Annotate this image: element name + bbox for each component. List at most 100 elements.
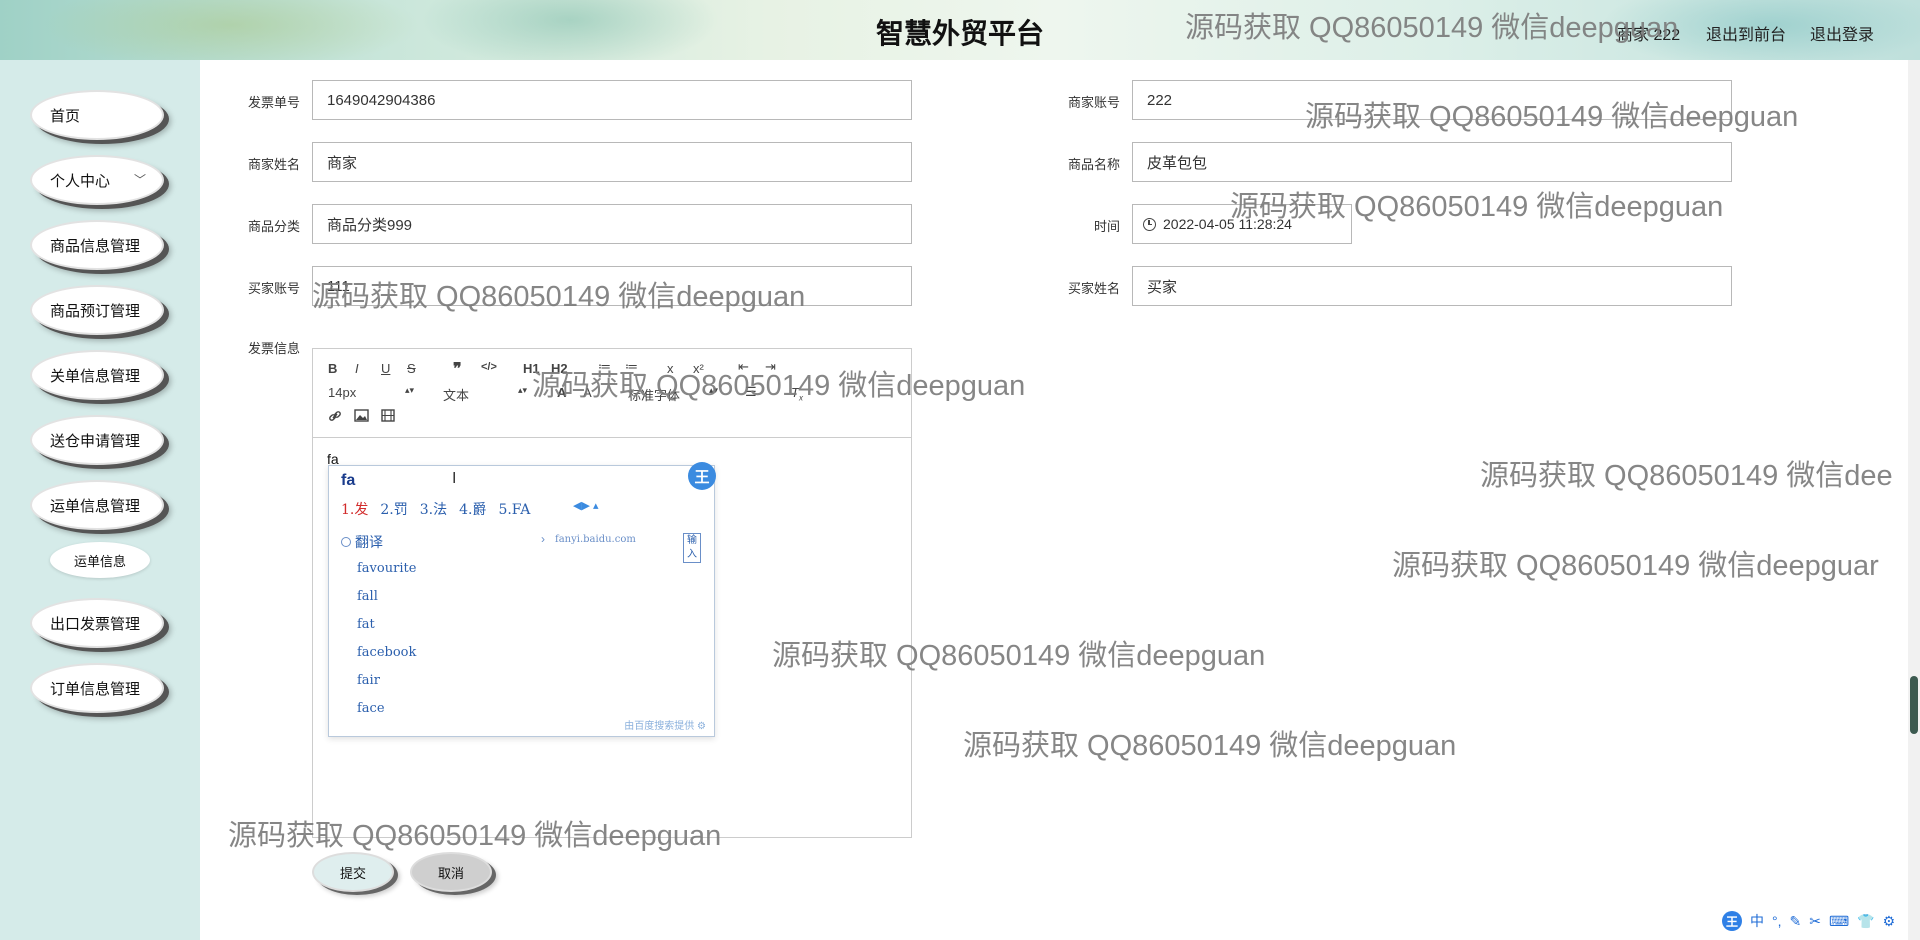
scrollbar-thumb[interactable] [1910,676,1918,734]
outdent-icon[interactable]: ⇤ [738,359,749,375]
ime-suggestion[interactable]: fall [357,589,378,604]
align-icon[interactable]: ☰ [745,384,757,400]
time-label: 时间 [1093,219,1120,234]
underline-button[interactable]: U [381,361,390,376]
ime-suggestion[interactable]: favourite [357,561,416,576]
sidebar-item-label: 商品信息管理 [50,237,141,255]
product-category-label: 商品分类 [247,219,300,234]
sidebar-item-label: 运单信息 [73,553,126,569]
buyer-account-field[interactable] [312,266,912,306]
ime-suggestion[interactable]: face [357,701,385,716]
sidebar-item-waybill-management[interactable]: 运单信息管理 [30,480,164,530]
ordered-list-icon[interactable]: ≔ [598,359,611,375]
font-size-select[interactable]: 14px ▴▾ [328,385,414,400]
exit-to-frontend-link[interactable]: 退出到前台 [1706,21,1786,45]
code-block-icon[interactable]: </> [481,361,497,373]
time-value: 2022-04-05 11:28:24 [1163,216,1292,232]
handwriting-icon[interactable]: ✎ [1790,913,1802,930]
keyboard-icon[interactable]: ⌨ [1829,913,1849,930]
product-name-field[interactable] [1132,142,1732,182]
image-icon[interactable] [354,409,369,425]
sidebar-item-label: 订单信息管理 [50,680,141,698]
buyer-name-field[interactable] [1132,266,1732,306]
sidebar-item-product-booking[interactable]: 商品预订管理 [30,285,164,335]
ime-suggestion[interactable]: facebook [357,645,416,660]
bullet-list-icon[interactable]: ≔ [625,359,638,375]
heading-value: 文本 [443,388,470,403]
sidebar-item-home[interactable]: 首页 [30,90,164,140]
buyer-account-label: 买家账号 [247,281,300,296]
logout-link[interactable]: 退出登录 [1810,21,1874,45]
indent-icon[interactable]: ⇥ [765,359,776,375]
sidebar-subitem-waybill-info[interactable]: 运单信息 [50,542,150,578]
sidebar-item-order-info[interactable]: 订单信息管理 [30,663,164,713]
submit-button[interactable]: 提交 [312,852,394,892]
select-arrow-icon: ▴▾ [404,385,414,395]
sidebar-item-label: 商品预订管理 [50,302,141,320]
ime-footer-text: 由百度搜索提供 [624,721,695,732]
sidebar-item-label: 首页 [50,107,81,125]
video-icon[interactable] [381,409,395,425]
ime-candidate[interactable]: 1.发 [341,502,368,518]
product-name-label: 商品名称 [1067,157,1120,172]
page-scrollbar[interactable] [1908,60,1920,940]
italic-button[interactable]: I [355,361,359,376]
sidebar-item-warehouse-request[interactable]: 送仓申请管理 [30,415,164,465]
ime-candidate[interactable]: 5.FA [498,502,530,518]
scissors-icon[interactable]: ✂ [1809,913,1821,930]
header-1-button[interactable]: H1 [523,361,540,376]
time-picker[interactable]: 2022-04-05 11:28:24 [1132,204,1352,244]
ime-language-toggle[interactable]: 中 [1750,911,1764,931]
merchant-name-field[interactable] [312,142,912,182]
text-cursor-icon: I [452,470,457,487]
ime-footer: 由百度搜索提供 ⚙ [624,717,706,732]
skin-icon[interactable]: 👕 [1857,913,1874,930]
header-2-button[interactable]: H2 [551,361,568,376]
invoice-no-field[interactable] [312,80,912,120]
subscript-button[interactable]: x [667,361,674,376]
sidebar-item-product-info[interactable]: 商品信息管理 [30,220,164,270]
font-color-icon[interactable]: A [557,385,566,400]
invoice-info-label: 发票信息 [247,341,300,356]
sidebar-item-export-invoice[interactable]: 出口发票管理 [30,598,164,648]
ime-page-arrows-icon[interactable]: ◀▶ ▴ [573,499,599,512]
watermark: 源码获取 QQ86050149 微信deepguar [1392,550,1879,582]
link-icon[interactable] [328,409,342,426]
background-color-icon[interactable]: A [583,385,592,400]
strike-button[interactable]: S [407,361,416,376]
product-category-field[interactable] [312,204,912,244]
ime-candidate[interactable]: 2.罚 [380,502,407,518]
blockquote-icon[interactable]: ❞ [453,359,462,379]
watermark: 源码获取 QQ86050149 微信dee [1480,460,1893,492]
sidebar-item-label: 个人中心 [50,172,111,190]
font-size-value: 14px [328,385,357,400]
ime-suggestion[interactable]: fat [357,617,375,632]
punctuation-icon[interactable]: °, [1772,913,1782,929]
ime-translate-button[interactable]: 输入 [683,533,701,563]
gear-icon[interactable]: ⚙ [1883,913,1896,930]
sidebar-item-customs-info[interactable]: 关单信息管理 [30,350,164,400]
select-arrow-icon: ▴▾ [517,385,527,395]
ime-candidate[interactable]: 3.法 [420,502,447,518]
ime-suggestion[interactable]: fair [357,673,380,688]
watermark: 源码获取 QQ86050149 微信deepguan [963,730,1457,762]
cancel-button[interactable]: 取消 [410,852,492,892]
sidebar-item-personal-center[interactable]: 个人中心 ﹀ [30,155,164,205]
ime-status-tray[interactable]: 王 中 °, ✎ ✂ ⌨ 👕 ⚙ [1722,910,1895,932]
ime-candidate-list: 1.发 2.罚 3.法 4.爵 5.FA [341,499,542,519]
superscript-button[interactable]: x² [693,361,704,376]
sidebar-item-label: 关单信息管理 [50,367,141,385]
ime-candidate-popup: fa 王 1.发 2.罚 3.法 4.爵 5.FA ◀▶ ▴ 翻译 › fanyi.ba… [328,462,716,737]
font-family-select[interactable]: 标准字体 ▴▾ [628,385,718,404]
ime-logo-icon[interactable]: 王 [1722,911,1742,931]
merchant-name-label: 商家姓名 [247,157,300,172]
invoice-no-label: 发票单号 [247,95,300,110]
merchant-account-label: 商家账号 [1067,95,1120,110]
ime-candidate[interactable]: 4.爵 [459,502,486,518]
merchant-account-field[interactable] [1132,80,1732,120]
heading-select[interactable]: 文本 ▴▾ [443,385,527,404]
gear-icon[interactable]: ⚙ [697,721,706,732]
clear-format-icon[interactable]: Tx [791,385,803,403]
bold-button[interactable]: B [328,361,337,376]
ime-translate-row[interactable]: 翻译 › fanyi.baidu.com 输入 [341,532,701,563]
